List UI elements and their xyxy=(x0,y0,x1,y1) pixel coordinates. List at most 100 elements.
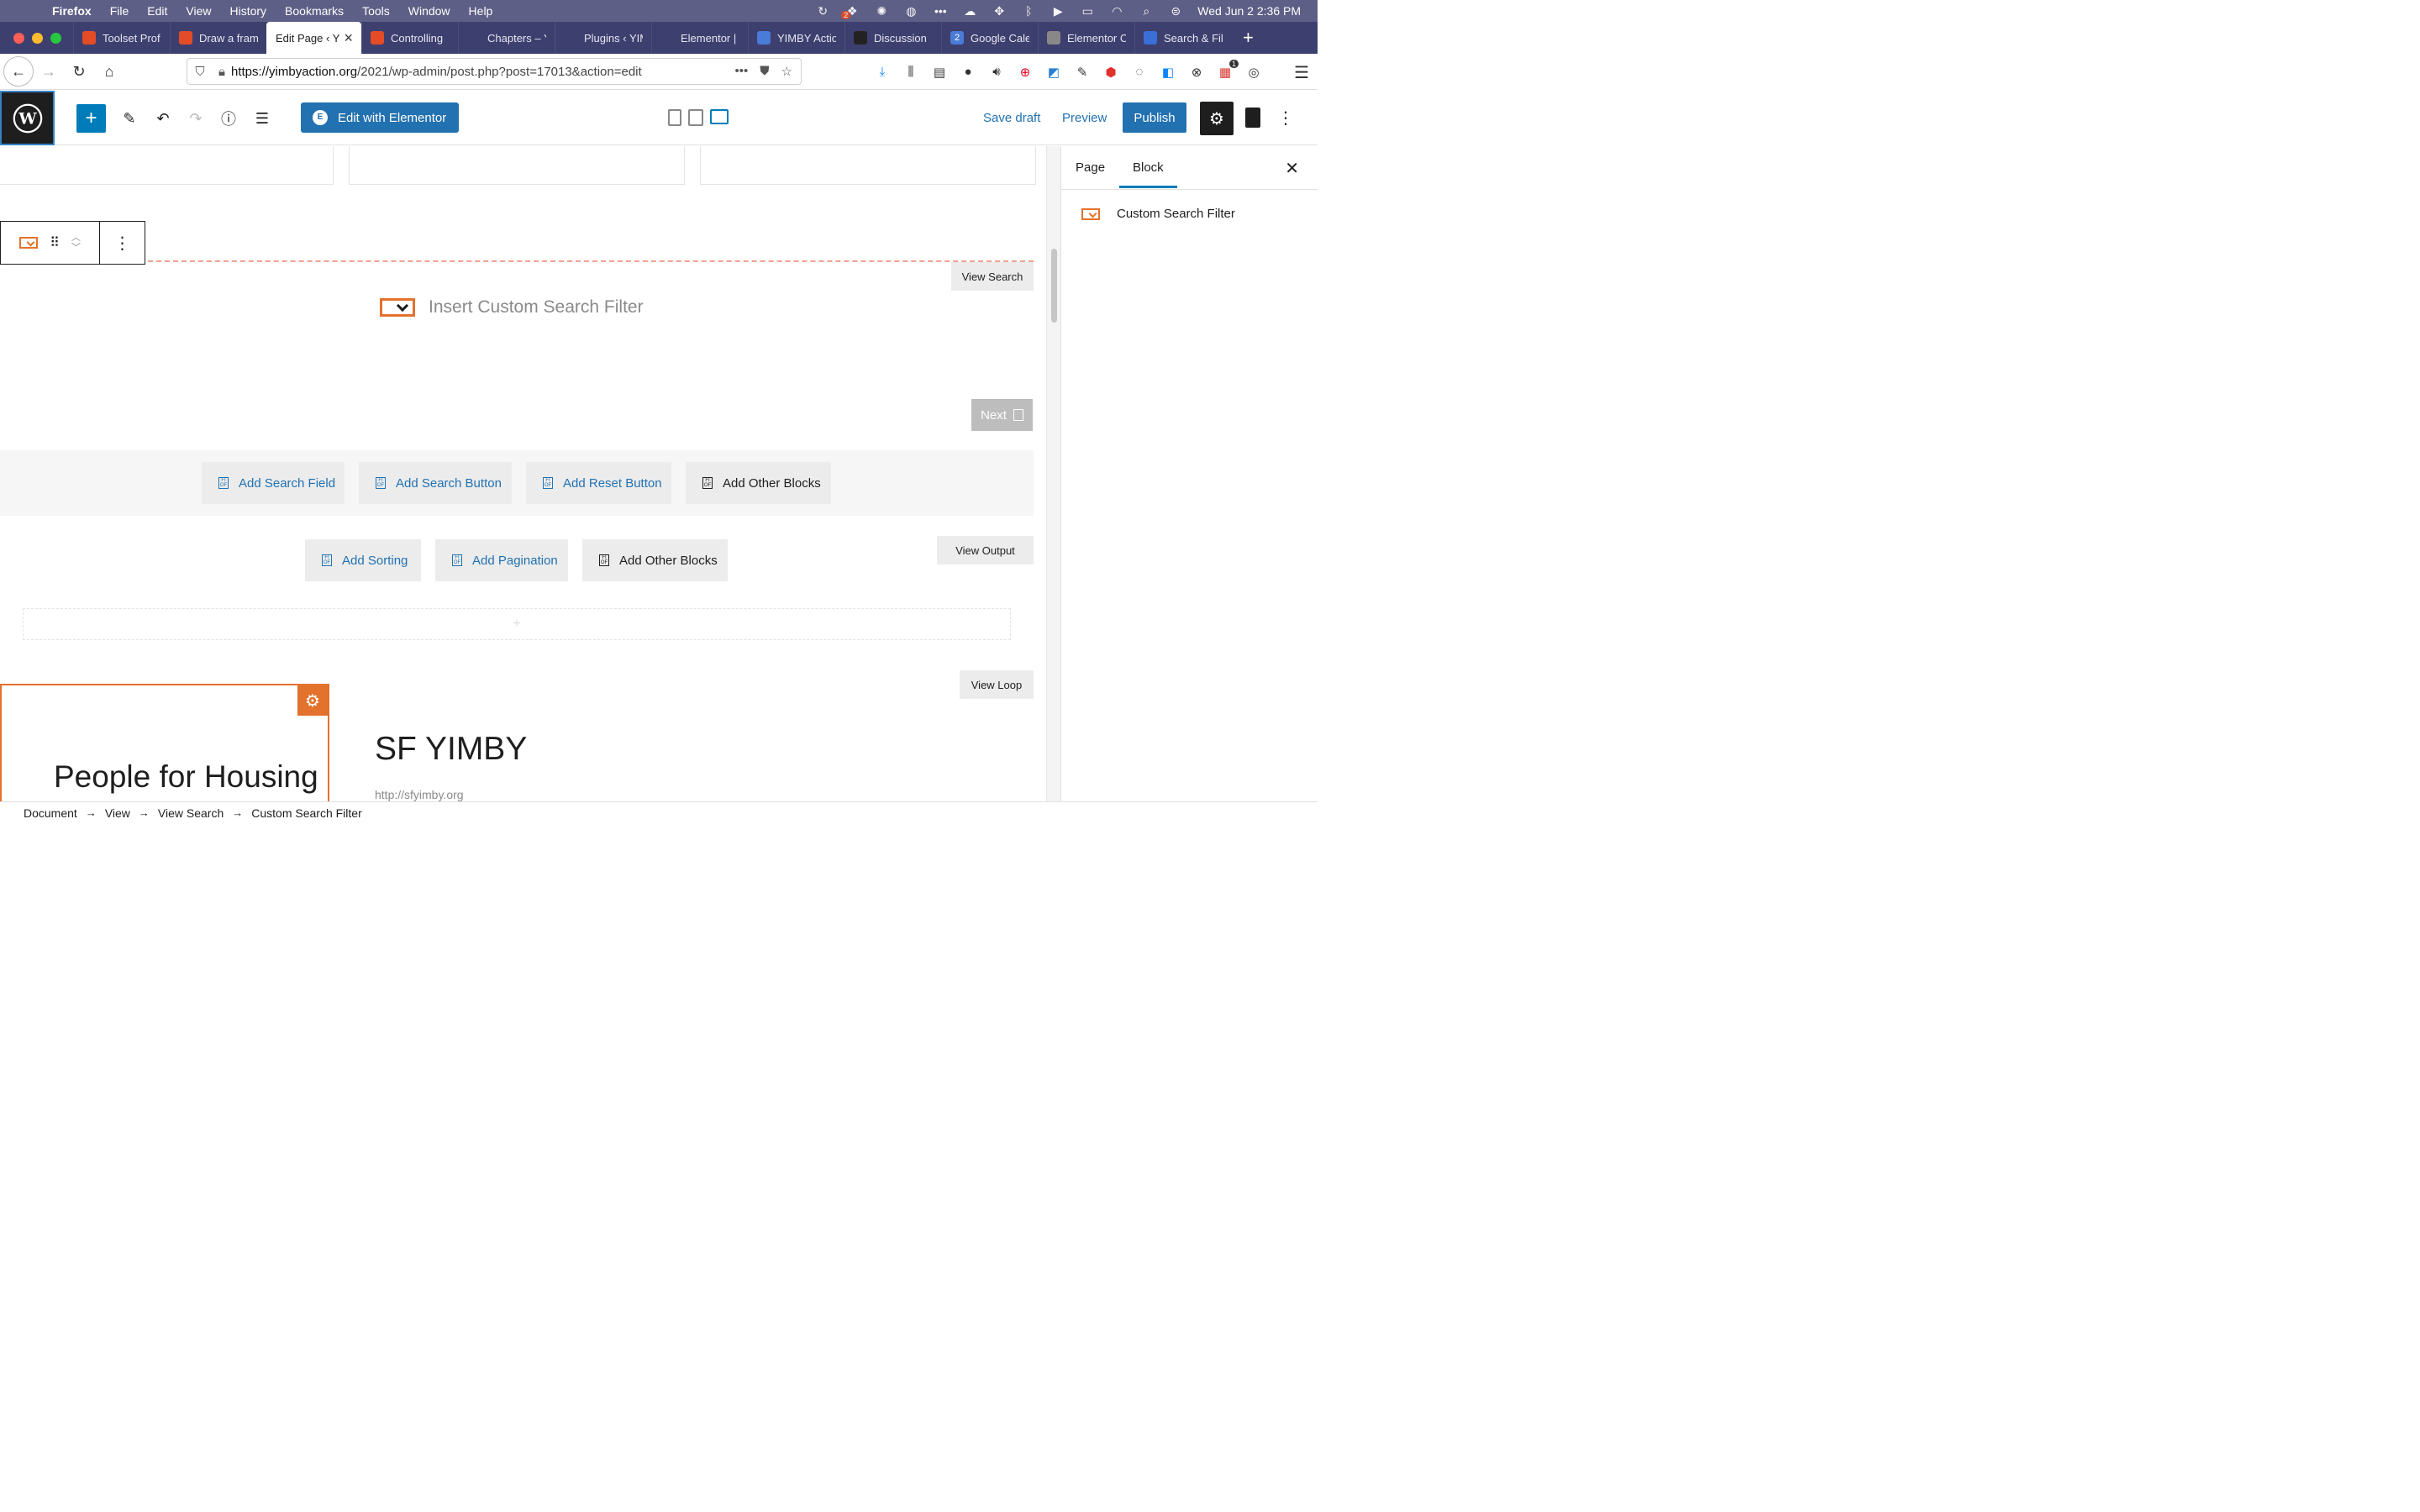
menu-history[interactable]: History xyxy=(229,4,266,18)
save-draft-button[interactable]: Save draft xyxy=(983,111,1040,125)
bookmark-star-icon[interactable]: ☆ xyxy=(781,64,792,79)
extension-j-icon[interactable]: ● xyxy=(960,65,976,79)
extension-chat-icon[interactable]: ◌ xyxy=(1131,65,1148,79)
url-bar[interactable]: ⛉ 🔒︎ https://yimbyaction.org/2021/wp-adm… xyxy=(187,58,802,85)
menu-app-firefox[interactable]: Firefox xyxy=(52,4,92,18)
breadcrumb-view-search[interactable]: View Search xyxy=(158,806,224,820)
extension-lock-icon[interactable]: ◎ xyxy=(1245,65,1262,80)
add-sorting-button[interactable]: FI OF Add Sorting xyxy=(305,539,421,581)
tab-page[interactable]: Page xyxy=(1076,160,1105,175)
new-tab-button[interactable]: + xyxy=(1231,22,1265,54)
preview-button[interactable]: Preview xyxy=(1062,111,1107,125)
drag-handle-icon[interactable]: ⠿ xyxy=(50,234,60,251)
menu-window[interactable]: Window xyxy=(408,4,450,18)
add-block-button[interactable]: + xyxy=(76,104,106,133)
browser-tab[interactable]: Chapters – YIMB xyxy=(458,22,555,54)
more-dots-icon[interactable]: ••• xyxy=(933,4,948,18)
browser-tab[interactable]: Draw a fram xyxy=(170,22,266,54)
adblock-icon[interactable]: ⬢ xyxy=(1102,65,1119,80)
close-window-button[interactable] xyxy=(13,32,24,44)
tracking-shield-icon[interactable]: ⛉ xyxy=(187,65,213,79)
home-button[interactable]: ⌂ xyxy=(94,63,124,81)
clock[interactable]: Wed Jun 2 2:36 PM xyxy=(1197,4,1301,18)
menu-edit[interactable]: Edit xyxy=(147,4,167,18)
undo-icon[interactable]: ↶ xyxy=(153,104,173,133)
menu-file[interactable]: File xyxy=(110,4,129,18)
mobile-preview-icon[interactable] xyxy=(668,109,681,126)
block-options-icon[interactable]: ⋮ xyxy=(100,222,145,264)
browser-tab[interactable]: Toolset Prof xyxy=(73,22,170,54)
add-reset-button-button[interactable]: FI OF Add Reset Button xyxy=(526,462,671,504)
menu-help[interactable]: Help xyxy=(469,4,493,18)
downloads-icon[interactable]: ⤓ xyxy=(874,65,891,79)
block-mover[interactable]: ︿ ﹀ xyxy=(71,233,81,253)
more-options-icon[interactable]: ⋮ xyxy=(1277,108,1294,129)
pinterest-icon[interactable]: ⊕ xyxy=(1017,65,1034,80)
play-icon[interactable]: ▶ xyxy=(1050,4,1065,18)
publish-button[interactable]: Publish xyxy=(1123,102,1186,133)
insert-custom-search-filter[interactable]: Insert Custom Search Filter xyxy=(380,297,644,318)
battery-icon[interactable]: ▭ xyxy=(1080,4,1095,18)
eyedropper-icon[interactable]: ✎ xyxy=(1074,65,1091,80)
view-output-tag[interactable]: View Output xyxy=(937,536,1034,564)
edit-with-elementor-button[interactable]: E Edit with Elementor xyxy=(301,102,459,133)
pocket-icon[interactable]: ⛊ xyxy=(760,64,769,79)
extension-red-icon[interactable]: ▦ 1 xyxy=(1217,59,1239,80)
card-settings-gear-icon[interactable]: ⚙ xyxy=(297,685,328,716)
move-icon[interactable]: ✥ xyxy=(992,4,1007,18)
menu-view[interactable]: View xyxy=(186,4,211,18)
breadcrumb-document[interactable]: Document xyxy=(24,806,77,820)
editor-canvas[interactable]: ⠿ ︿ ﹀ ⋮ View Search Insert Custom Search … xyxy=(0,146,1046,801)
tab-active[interactable]: Edit Page ‹ Y × xyxy=(266,22,361,54)
bluetooth-icon[interactable]: ᛒ xyxy=(1021,4,1036,18)
wifi-icon[interactable]: ◠ xyxy=(1109,4,1124,18)
add-other-blocks-output-button[interactable]: FI OF Add Other Blocks xyxy=(582,539,728,581)
add-other-blocks-button[interactable]: FI OF Add Other Blocks xyxy=(686,462,831,504)
custom-search-filter-icon[interactable] xyxy=(19,237,39,249)
menu-tools[interactable]: Tools xyxy=(362,4,390,18)
browser-tab[interactable]: Plugins ‹ YIMBY xyxy=(555,22,651,54)
sidebar-toggle-icon[interactable]: ▤ xyxy=(931,65,948,80)
extension-circle-icon[interactable]: ⊗ xyxy=(1188,65,1205,80)
minimize-window-button[interactable] xyxy=(32,32,43,44)
extension-s-icon[interactable]: ◩ xyxy=(1045,65,1062,80)
next-button[interactable]: Next xyxy=(971,399,1033,431)
add-search-button-button[interactable]: FI OF Add Search Button xyxy=(359,462,512,504)
canvas-scrollbar[interactable] xyxy=(1046,146,1060,801)
scrollbar-thumb[interactable] xyxy=(1051,249,1057,323)
menu-bookmarks[interactable]: Bookmarks xyxy=(285,4,344,18)
zoom-window-button[interactable] xyxy=(50,32,61,44)
sync-icon[interactable]: ↻ xyxy=(815,4,830,18)
control-center-icon[interactable]: ⊜ xyxy=(1168,4,1183,18)
move-down-icon[interactable]: ﹀ xyxy=(71,243,81,253)
block-appender[interactable]: + xyxy=(23,608,1011,640)
browser-tab[interactable]: Elementor C xyxy=(1038,22,1134,54)
gear-status-icon[interactable]: ✺ xyxy=(874,4,889,18)
browser-tab[interactable]: Controlling xyxy=(361,22,458,54)
breadcrumb-view[interactable]: View xyxy=(105,806,130,820)
spotlight-search-icon[interactable]: ⌕ xyxy=(1139,4,1154,18)
url-text[interactable]: https://yimbyaction.org/2021/wp-admin/po… xyxy=(231,65,735,79)
list-view-icon[interactable]: ☰ xyxy=(252,104,272,133)
cloud-upload-icon[interactable]: ☁ xyxy=(962,4,977,18)
reload-button[interactable]: ↻ xyxy=(64,63,94,81)
page-actions-icon[interactable]: ••• xyxy=(735,64,749,79)
browser-tab[interactable]: Elementor | xyxy=(651,22,748,54)
extension-d-icon[interactable]: ◧ xyxy=(1160,65,1176,80)
forward-button[interactable]: → xyxy=(34,63,64,81)
wordpress-logo-icon[interactable]: W xyxy=(0,91,55,145)
loop-item-card[interactable]: ⚙ People for Housing xyxy=(0,684,329,801)
view-loop-tag[interactable]: View Loop xyxy=(960,670,1034,699)
back-button[interactable]: ← xyxy=(3,56,34,87)
browser-tab[interactable]: 2 Google Cale xyxy=(941,22,1038,54)
view-search-tag[interactable]: View Search xyxy=(951,262,1034,291)
app-menu-icon[interactable]: ☰ xyxy=(1294,62,1309,83)
desktop-preview-icon[interactable] xyxy=(710,109,729,124)
tablet-preview-icon[interactable] xyxy=(688,109,703,126)
lock-icon[interactable]: 🔒︎ xyxy=(213,65,231,79)
move-up-icon[interactable]: ︿ xyxy=(71,233,81,243)
browser-tab[interactable]: YIMBY Actio xyxy=(748,22,844,54)
add-pagination-button[interactable]: FI OF Add Pagination xyxy=(435,539,568,581)
settings-gear-icon[interactable]: ⚙ xyxy=(1200,102,1234,135)
info-icon[interactable]: ⓘ xyxy=(218,104,239,133)
